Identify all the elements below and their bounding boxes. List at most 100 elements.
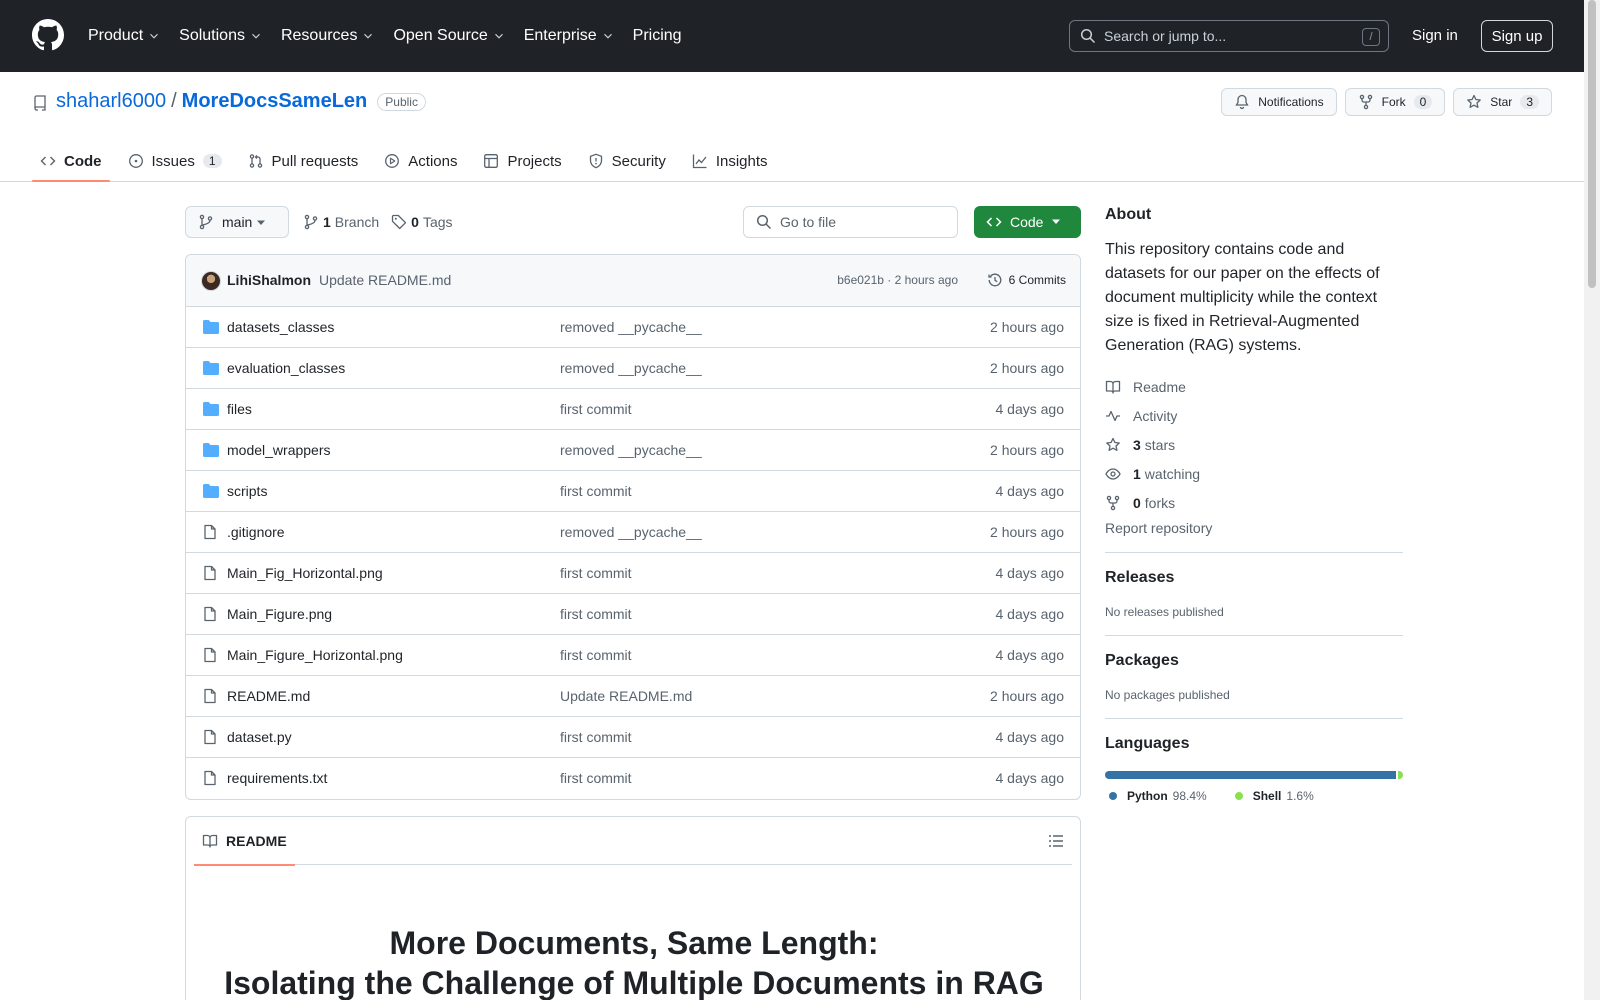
star-button[interactable]: Star 3 — [1453, 88, 1552, 116]
table-of-contents-icon[interactable] — [1048, 833, 1064, 849]
nav-open-source[interactable]: Open Source — [393, 27, 505, 45]
file-name-link[interactable]: requirements.txt — [227, 770, 327, 786]
activity-link-label: Activity — [1133, 407, 1178, 424]
tab-insights-label: Insights — [715, 152, 768, 170]
forks-link[interactable]: 0 forks — [1105, 488, 1403, 517]
sign-up-button[interactable]: Sign up — [1481, 20, 1553, 52]
packages-heading[interactable]: Packages — [1105, 652, 1403, 670]
repo-name-link[interactable]: MoreDocsSameLen — [182, 90, 368, 113]
report-repository-link[interactable]: Report repository — [1105, 520, 1403, 536]
file-name-link[interactable]: README.md — [227, 688, 310, 704]
file-name-link[interactable]: Main_Figure_Horizontal.png — [227, 647, 403, 663]
file-commit-message-link[interactable]: first commit — [560, 606, 632, 622]
tab-issues-label: Issues — [151, 152, 195, 170]
notifications-button[interactable]: Notifications — [1221, 88, 1337, 116]
avatar[interactable] — [201, 271, 221, 291]
tab-projects[interactable]: Projects — [475, 140, 569, 182]
fork-button[interactable]: Fork 0 — [1344, 88, 1446, 116]
file-commit-message-link[interactable]: first commit — [560, 483, 632, 499]
table-row: Main_Fig_Horizontal.png first commit 4 day… — [186, 553, 1080, 594]
branch-selector[interactable]: main — [185, 206, 289, 238]
file-name-link[interactable]: datasets_classes — [227, 319, 334, 335]
file-name-link[interactable]: evaluation_classes — [227, 360, 345, 376]
commit-message-link[interactable]: Update README.md — [319, 272, 451, 288]
language-name: Python — [1127, 789, 1168, 803]
tab-insights[interactable]: Insights — [684, 140, 776, 182]
readme-tab[interactable]: README — [194, 817, 295, 866]
chevron-down-icon — [494, 33, 503, 39]
language-item[interactable]: Shell 1.6% — [1234, 789, 1314, 803]
file-name-link[interactable]: .gitignore — [227, 524, 285, 540]
file-commit-message-link[interactable]: first commit — [560, 401, 632, 417]
releases-heading[interactable]: Releases — [1105, 569, 1403, 587]
global-header: Product Solutions Resources Open Source … — [0, 0, 1600, 72]
divider — [1105, 552, 1403, 553]
file-name-link[interactable]: Main_Fig_Horizontal.png — [227, 565, 383, 581]
activity-link[interactable]: Activity — [1105, 401, 1403, 430]
table-row: dataset.py first commit 4 days ago — [186, 717, 1080, 758]
book-icon — [1105, 380, 1121, 394]
tab-pull-requests-label: Pull requests — [271, 152, 359, 170]
file-commit-message-link[interactable]: first commit — [560, 770, 632, 786]
file-commit-message-link[interactable]: removed __pycache__ — [560, 360, 702, 376]
github-logo-icon[interactable] — [32, 19, 64, 51]
nav-pricing[interactable]: Pricing — [633, 27, 682, 45]
global-search-input[interactable]: Search or jump to... / — [1069, 20, 1389, 52]
repo-owner-link[interactable]: shaharl6000 — [56, 90, 166, 113]
file-commit-message-link[interactable]: Update README.md — [560, 688, 692, 704]
file-name-link[interactable]: files — [227, 401, 252, 417]
file-commit-message-link[interactable]: first commit — [560, 729, 632, 745]
branch-name: main — [222, 214, 253, 230]
commits-history-link[interactable]: 6 Commits — [987, 272, 1066, 288]
language-color-dot — [1109, 792, 1117, 800]
tag-count: 0 — [411, 214, 419, 230]
tags-link[interactable]: 0 Tags — [391, 214, 453, 230]
file-commit-message-link[interactable]: first commit — [560, 565, 632, 581]
code-icon — [986, 217, 1002, 227]
file-name-link[interactable]: dataset.py — [227, 729, 292, 745]
fork-icon — [1359, 94, 1372, 110]
tag-icon — [392, 214, 407, 230]
history-icon — [988, 273, 1002, 287]
file-name-link[interactable]: Main_Figure.png — [227, 606, 332, 622]
tab-actions[interactable]: Actions — [376, 140, 465, 182]
branches-link[interactable]: 1 Branch — [303, 214, 379, 230]
stars-link[interactable]: 3 stars — [1105, 430, 1403, 459]
nav-solutions[interactable]: Solutions — [179, 27, 263, 45]
file-commit-message-link[interactable]: removed __pycache__ — [560, 524, 702, 540]
nav-resources[interactable]: Resources — [281, 27, 375, 45]
tab-issues[interactable]: Issues 1 — [120, 140, 230, 182]
readme-link[interactable]: Readme — [1105, 372, 1403, 401]
tab-pull-requests[interactable]: Pull requests — [240, 140, 367, 182]
play-icon — [385, 154, 400, 168]
file-commit-message-link[interactable]: first commit — [560, 647, 632, 663]
file-commit-message-link[interactable]: removed __pycache__ — [560, 442, 702, 458]
tab-code[interactable]: Code — [32, 140, 110, 182]
tab-security[interactable]: Security — [580, 140, 674, 182]
nav-product[interactable]: Product — [88, 27, 161, 45]
chevron-down-icon — [364, 33, 373, 39]
code-dropdown-button[interactable]: Code — [974, 206, 1081, 238]
watchers-link[interactable]: 1 watching — [1105, 459, 1403, 488]
file-commit-message-link[interactable]: removed __pycache__ — [560, 319, 702, 335]
about-links: Readme Activity 3 stars 1 watching 0 for… — [1105, 372, 1403, 517]
file-name-link[interactable]: model_wrappers — [227, 442, 331, 458]
commit-hash-time[interactable]: b6e021b · 2 hours ago — [837, 273, 958, 287]
language-name: Shell — [1252, 789, 1282, 803]
page-scrollbar[interactable] — [1584, 0, 1600, 1000]
stars-count: 3 — [1133, 436, 1141, 453]
file-name-link[interactable]: scripts — [227, 483, 267, 499]
scrollbar-thumb[interactable] — [1588, 0, 1596, 288]
commit-author-link[interactable]: LihiShalmon — [227, 272, 311, 288]
language-item[interactable]: Python 98.4% — [1109, 789, 1207, 803]
nav-enterprise[interactable]: Enterprise — [524, 27, 615, 45]
readme-title-line-1: More Documents, Same Length: — [389, 925, 879, 961]
sign-in-link[interactable]: Sign in — [1412, 27, 1458, 44]
eye-icon — [1105, 467, 1121, 480]
pull-request-icon — [249, 154, 262, 168]
go-to-file-placeholder: Go to file — [780, 214, 837, 230]
file-icon — [202, 647, 218, 663]
go-to-file-input[interactable]: Go to file — [743, 206, 958, 238]
star-label: Star — [1490, 95, 1513, 109]
readme-title-line-2: Isolating the Challenge of Multiple Docu… — [224, 965, 1044, 1000]
